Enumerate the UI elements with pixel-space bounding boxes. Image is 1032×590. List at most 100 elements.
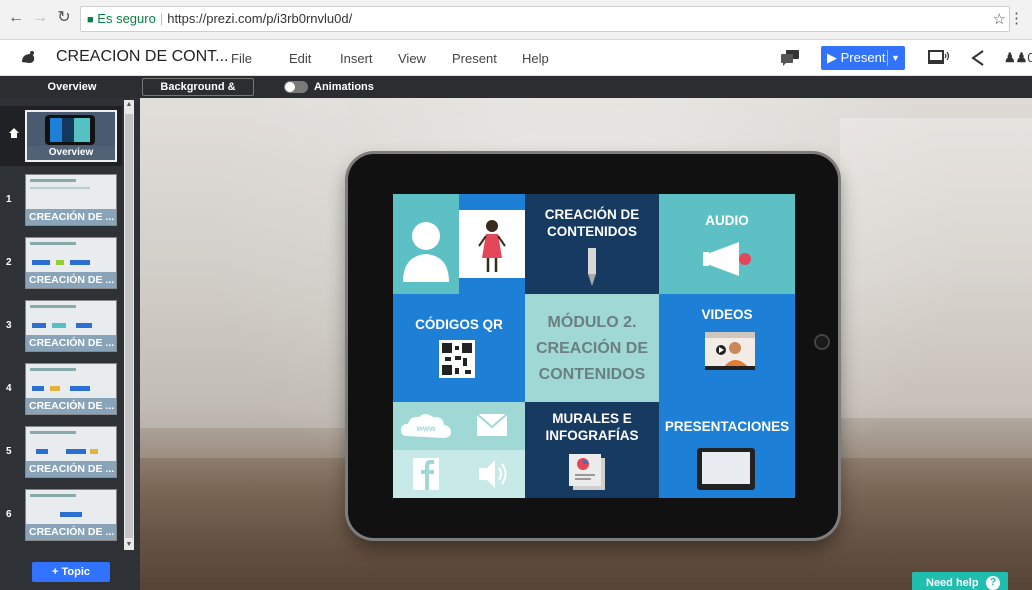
topic-item-5[interactable]: 5 CREACIÓN DE ... [0, 422, 122, 484]
forward-arrow-icon[interactable]: → [30, 8, 50, 28]
chevron-down-icon[interactable]: ▼ [891, 46, 900, 70]
module-title: MÓDULO 2. CREACIÓN DE CONTENIDOS [535, 314, 648, 383]
topic-thumbnail: CREACIÓN DE ... [25, 363, 117, 415]
pen-icon [588, 248, 596, 286]
overview-thumbnail-item[interactable]: Overview [0, 106, 122, 166]
topic-number: 4 [6, 383, 12, 394]
play-icon: ▶ [827, 50, 837, 65]
topic-thumbnail: CREACIÓN DE ... [25, 174, 117, 226]
tile-mail [459, 402, 525, 450]
sidebar-scrollbar[interactable]: ▲ ▼ [124, 100, 134, 550]
animations-label: Animations [314, 81, 374, 93]
tile-murales[interactable]: MURALES E INFOGRAFÍAS [525, 402, 659, 498]
thumbnail-list: Overview 1 CREACIÓN DE ... 2 CREACIÓN DE… [0, 98, 122, 553]
tile-videos[interactable]: VIDEOS [659, 294, 795, 402]
tile-audio[interactable]: AUDIO [659, 194, 795, 294]
scroll-down-icon[interactable]: ▼ [124, 540, 134, 550]
animations-toggle[interactable] [284, 81, 308, 93]
topic-thumbnail: CREACIÓN DE ... [25, 489, 117, 541]
present-button[interactable]: ▶ Present ▼ [821, 46, 905, 70]
back-arrow-icon[interactable]: ← [6, 8, 26, 28]
tile-cloud: www [393, 402, 459, 450]
background-photo-left [140, 98, 350, 428]
girl-icon [478, 220, 506, 272]
mail-icon [476, 413, 508, 436]
topic-number: 3 [6, 320, 12, 331]
menu-view[interactable]: View [398, 51, 426, 66]
scroll-up-icon[interactable]: ▲ [124, 100, 134, 110]
menu-edit[interactable]: Edit [289, 51, 311, 66]
url-text: https://prezi.com/p/i3rb0rnvlu0d/ [167, 11, 353, 26]
collaborators-count: 0 [1027, 50, 1032, 65]
prezi-logo-icon[interactable] [20, 50, 36, 66]
lock-icon: ■ [87, 14, 94, 26]
background-photo-right [840, 118, 1032, 418]
tile-facebook [393, 450, 459, 498]
tile-person [393, 194, 459, 294]
slide-screen: CREACIÓN DE CONTENIDOS AUDIO CÓDIGOS QR [393, 194, 795, 498]
toggle-knob [285, 82, 295, 92]
question-icon: ? [986, 576, 1000, 590]
presentation-canvas[interactable]: CREACIÓN DE CONTENIDOS AUDIO CÓDIGOS QR [140, 98, 1032, 590]
editor-toolbar: Overview Background & Theme Animations [0, 76, 1032, 109]
address-bar[interactable]: ■ Es seguro | https://prezi.com/p/i3rb0rnv… [80, 6, 1010, 32]
www-label: www [416, 424, 436, 433]
present-divider [887, 50, 888, 66]
scroll-thumb[interactable] [125, 114, 133, 538]
browser-chrome: ← → ↻ ■ Es seguro | https://prezi.com/p/i3… [0, 0, 1032, 40]
share-icon[interactable] [970, 49, 986, 67]
topic-thumbnail: CREACIÓN DE ... [25, 237, 117, 289]
topic-caption: CREACIÓN DE ... [26, 398, 116, 414]
topic-caption: CREACIÓN DE ... [26, 461, 116, 477]
tile-girl [459, 194, 525, 294]
topic-item-6[interactable]: 6 CREACIÓN DE ... [0, 485, 122, 547]
person-silhouette-icon [403, 222, 449, 282]
tile-codigos[interactable]: CÓDIGOS QR [393, 294, 525, 402]
topic-caption: CREACIÓN DE ... [26, 524, 116, 540]
topic-item-2[interactable]: 2 CREACIÓN DE ... [0, 233, 122, 295]
topics-sidebar: Overview 1 CREACIÓN DE ... 2 CREACIÓN DE… [0, 98, 140, 590]
topic-caption: CREACIÓN DE ... [26, 272, 116, 288]
reload-icon[interactable]: ↻ [54, 8, 74, 28]
tile-presentaciones[interactable]: PRESENTACIONES [659, 402, 795, 498]
topic-number: 5 [6, 446, 12, 457]
topic-item-3[interactable]: 3 CREACIÓN DE ... [0, 296, 122, 358]
overview-tab[interactable]: Overview [10, 76, 134, 98]
topic-number: 6 [6, 509, 12, 520]
topic-number: 1 [6, 194, 12, 205]
menu-help[interactable]: Help [522, 51, 549, 66]
need-help-button[interactable]: Need help ? [912, 572, 1008, 590]
need-help-label: Need help [926, 577, 979, 589]
menu-file[interactable]: File [231, 51, 252, 66]
app-header: CREACION DE CONT... File Edit Insert Vie… [0, 40, 1032, 76]
topic-caption: CREACIÓN DE ... [26, 209, 116, 225]
collaborators-icon[interactable]: ♟♟0 [1004, 50, 1032, 66]
overview-caption: Overview [27, 146, 115, 160]
overview-thumbnail: Overview [25, 110, 117, 162]
menu-insert[interactable]: Insert [340, 51, 373, 66]
qr-code-icon [439, 340, 475, 378]
browser-menu-icon[interactable]: ⋮ [1009, 9, 1024, 27]
tile-modulo: MÓDULO 2. CREACIÓN DE CONTENIDOS [525, 294, 659, 402]
bookmark-star-icon[interactable]: ☆ [993, 10, 1006, 28]
url-separator: | [159, 11, 164, 26]
present-remotely-icon[interactable] [928, 49, 950, 67]
topic-number: 2 [6, 257, 12, 268]
topic-thumbnail: CREACIÓN DE ... [25, 426, 117, 478]
topic-item-1[interactable]: 1 CREACIÓN DE ... [0, 170, 122, 232]
topic-item-4[interactable]: 4 CREACIÓN DE ... [0, 359, 122, 421]
document-title[interactable]: CREACION DE CONT... [56, 48, 228, 66]
tile-speaker [459, 450, 525, 498]
speaker-icon [479, 460, 507, 488]
home-icon [9, 128, 19, 138]
background-theme-button[interactable]: Background & Theme [142, 78, 254, 109]
mini-tablet [45, 115, 95, 145]
present-label: Present [840, 50, 886, 65]
comments-icon[interactable] [780, 49, 800, 67]
tile-creacion[interactable]: CREACIÓN DE CONTENIDOS [525, 194, 659, 294]
facebook-icon [413, 458, 439, 490]
add-topic-button[interactable]: + Topic [32, 562, 110, 582]
topic-caption: CREACIÓN DE ... [26, 335, 116, 351]
menu-present[interactable]: Present [452, 51, 497, 66]
video-player-icon [705, 332, 755, 370]
